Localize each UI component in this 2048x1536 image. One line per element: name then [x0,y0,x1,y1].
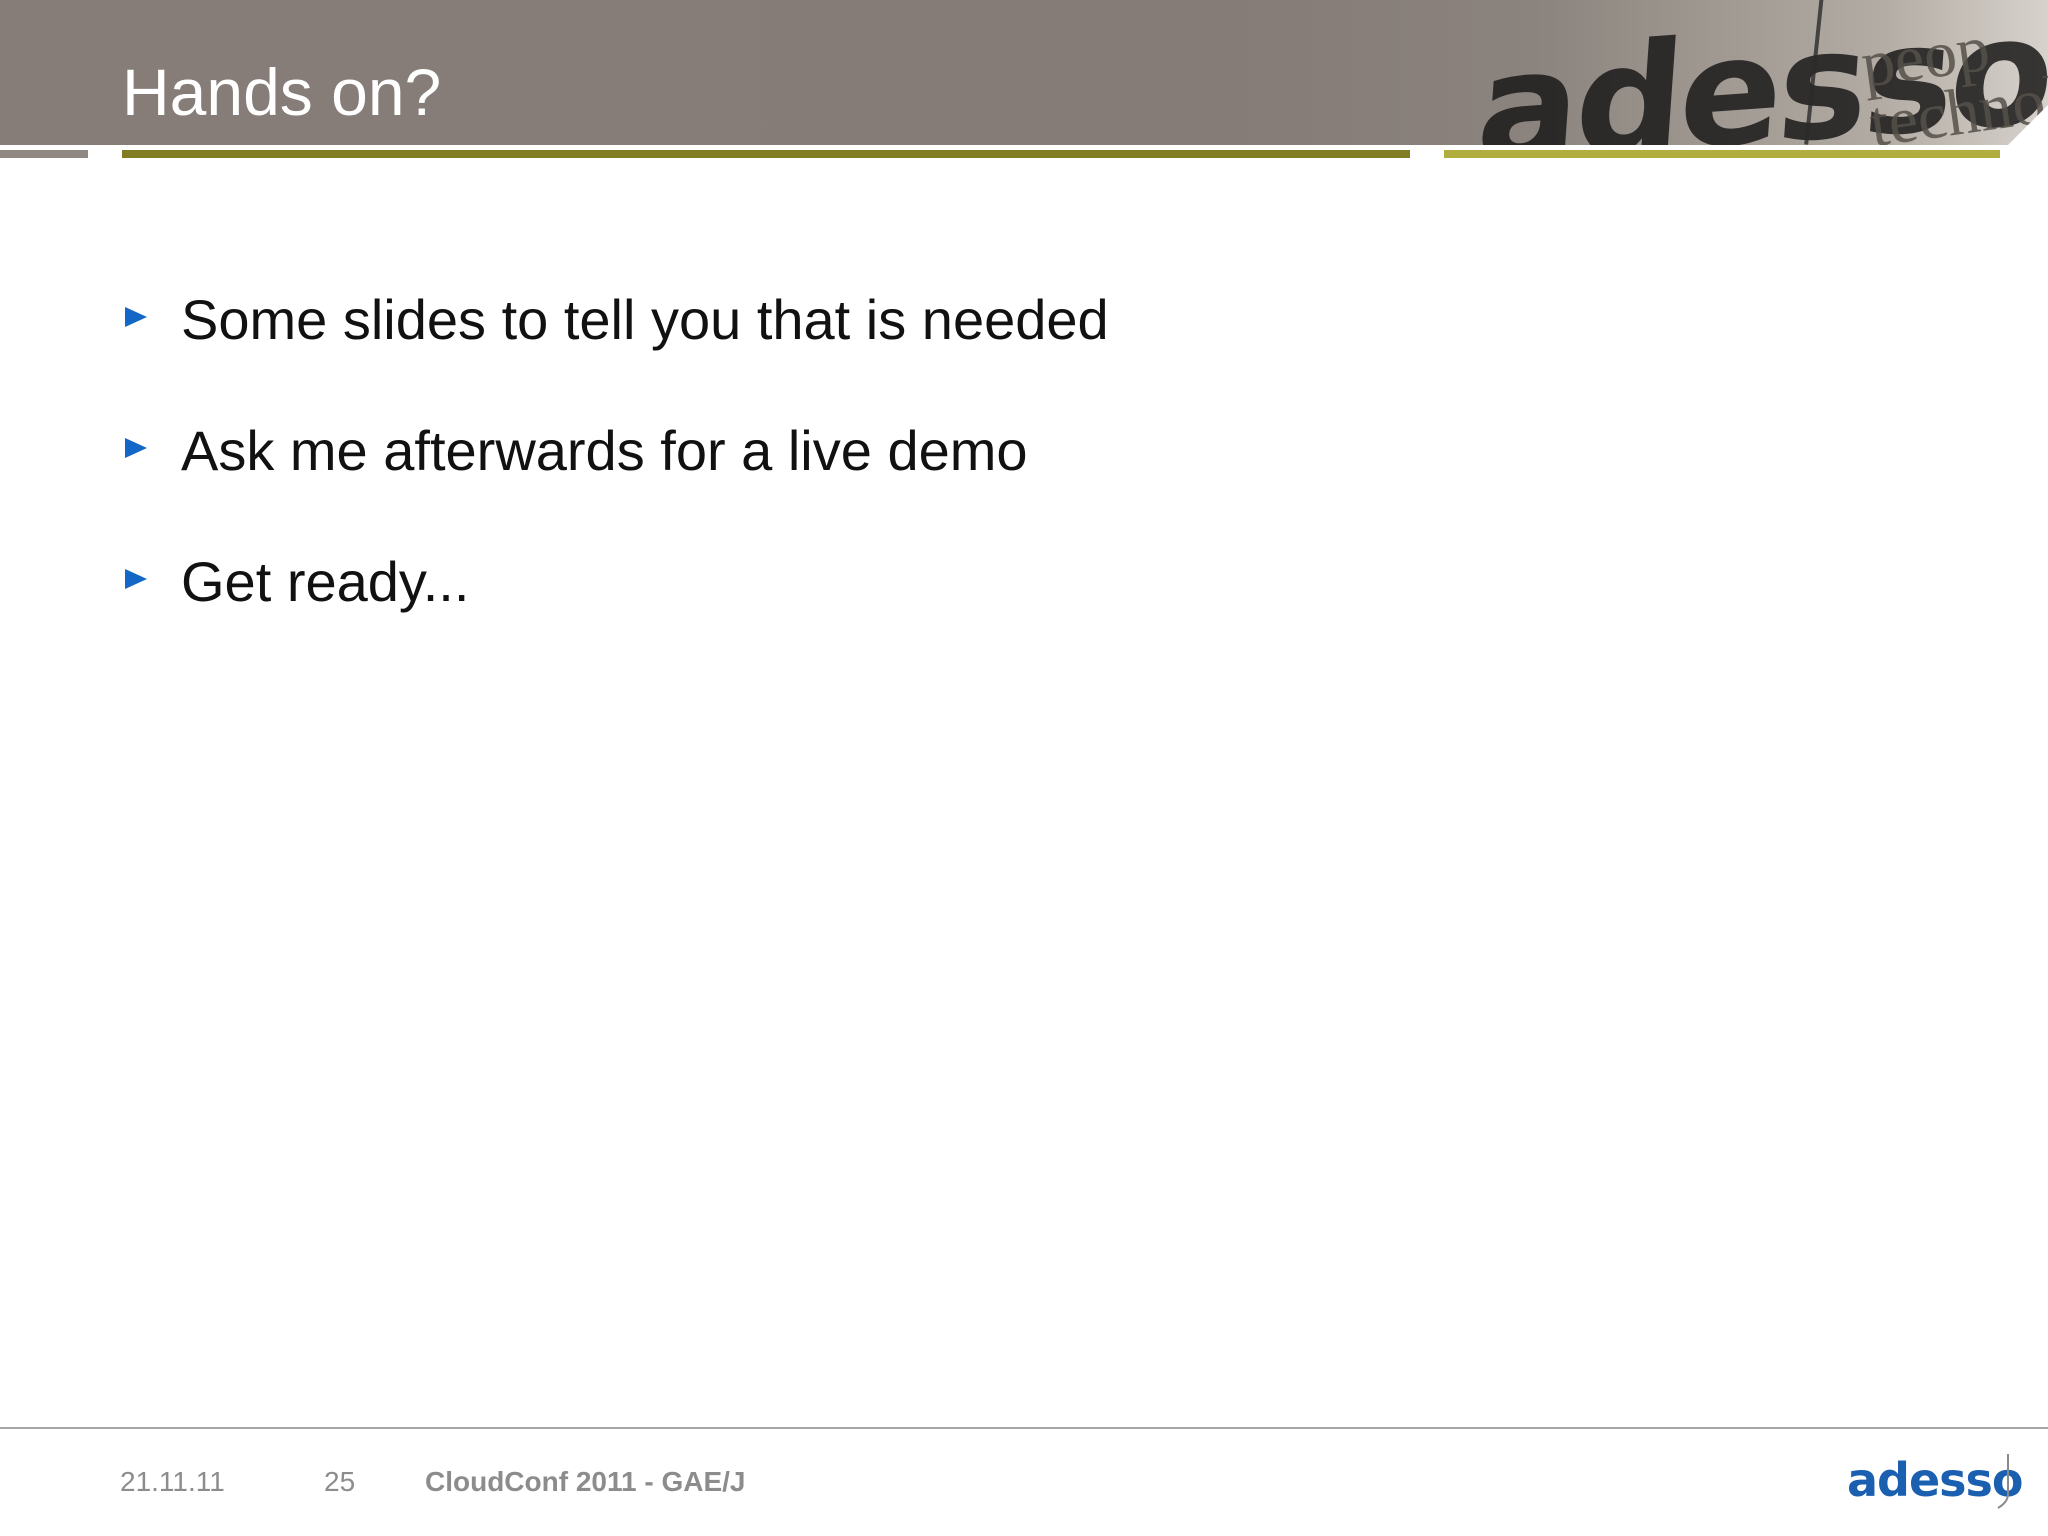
header-watermark-image: adesso peop technolo [1420,0,2048,145]
footer-event-title: CloudConf 2011 - GAE/J [425,1466,746,1497]
header-rule-gray [0,150,88,158]
slide-title: Hands on? [122,55,442,129]
bullet-item: Some slides to tell you that is needed [122,280,1922,360]
bullet-item: Get ready... [122,542,1922,622]
bullet-text: Some slides to tell you that is needed [181,288,1109,351]
footer-page-number: 25 [324,1466,356,1497]
slide-header: adesso peop technolo Hands on? [0,0,2048,145]
header-corner-cut [2008,105,2048,145]
footer-date: 21.11.11 [120,1466,225,1497]
header-rule-olive [122,150,1410,158]
bullet-text: Get ready... [181,550,470,613]
header-rule-yellow [1444,150,2000,158]
bullet-item: Ask me afterwards for a live demo [122,411,1922,491]
footer-divider [0,1427,2048,1429]
bullet-arrow-icon [125,569,147,589]
bullet-text: Ask me afterwards for a live demo [181,419,1028,482]
bullet-arrow-icon [125,307,147,327]
slide-content: Some slides to tell you that is needed A… [122,280,1922,673]
logo-bracket-icon [1997,1454,2009,1509]
bullet-arrow-icon [125,438,147,458]
